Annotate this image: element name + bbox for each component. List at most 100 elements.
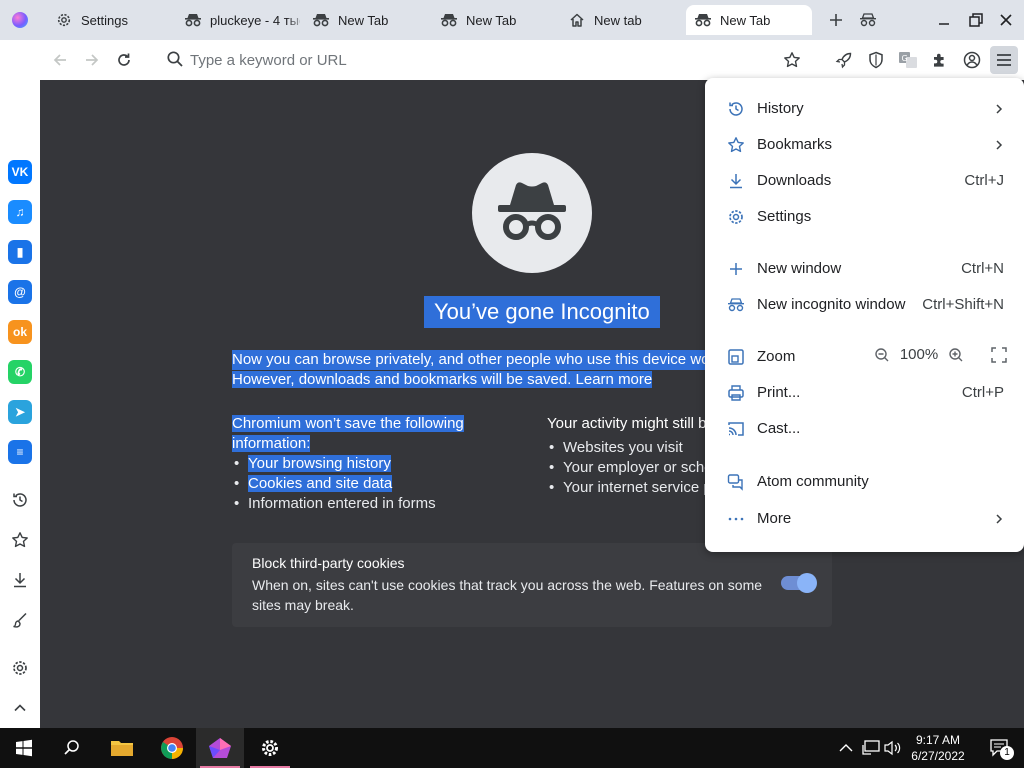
sidebar-app-telegram[interactable]: ➤ <box>8 400 32 424</box>
search-icon <box>64 740 79 755</box>
menu-item-label: Atom community <box>757 473 869 490</box>
forward-button[interactable] <box>80 48 104 72</box>
menu-item-print[interactable]: Print... Ctrl+P <box>705 375 1024 411</box>
sidebar-settings-button[interactable] <box>8 656 32 680</box>
translate-button[interactable]: G <box>896 48 920 72</box>
browser-logo[interactable] <box>12 12 28 28</box>
zoom-out-button[interactable] <box>871 347 893 363</box>
menu-item-history[interactable]: History <box>705 91 1024 127</box>
start-button[interactable] <box>0 728 48 768</box>
restore-button[interactable] <box>964 8 988 32</box>
fullscreen-icon <box>991 346 1007 363</box>
ok-app-icon: ok <box>12 325 27 339</box>
file-explorer-button[interactable] <box>98 728 146 768</box>
back-button[interactable] <box>48 48 72 72</box>
sidebar-app-vk[interactable]: VK <box>8 160 32 184</box>
bookmark-star-button[interactable] <box>780 48 804 72</box>
list-item-text: Your browsing history <box>248 455 391 472</box>
menu-item-label: Print... <box>757 384 801 401</box>
fullscreen-button[interactable] <box>967 346 1007 363</box>
sidebar-app-list[interactable]: ≡ <box>8 440 32 464</box>
incognito-mode-button[interactable] <box>858 10 878 30</box>
telegram-app-icon: ➤ <box>14 405 26 419</box>
incognito-icon <box>694 11 712 29</box>
profile-button[interactable] <box>960 48 984 72</box>
search-taskbar-button[interactable] <box>48 728 96 768</box>
tab-new-tab-active[interactable]: New Tab <box>686 5 812 35</box>
sidebar-collapse-button[interactable] <box>8 696 32 720</box>
vk-app-icon: VK <box>11 165 29 179</box>
rocket-button[interactable] <box>832 48 856 72</box>
tab-new-tab-1[interactable]: New Tab <box>304 5 422 35</box>
incognito-icon <box>184 11 202 29</box>
menu-item-label: New incognito window <box>757 296 906 313</box>
mail-app-icon: @ <box>14 285 26 299</box>
close-window-button[interactable] <box>994 8 1018 32</box>
block-cookies-toggle[interactable] <box>781 573 817 593</box>
menu-item-bookmarks[interactable]: Bookmarks <box>705 127 1024 163</box>
tab-settings[interactable]: Settings <box>47 5 165 35</box>
history-icon <box>13 493 27 507</box>
sidebar-bookmarks-button[interactable] <box>8 528 32 552</box>
chevron-up-icon[interactable] <box>838 740 854 756</box>
intro-line-2-wrap: However, downloads and bookmarks will be… <box>232 371 653 388</box>
sidebar-app-whatsapp[interactable]: ✆ <box>8 360 32 384</box>
gear-icon <box>13 661 27 675</box>
gear-icon <box>55 11 73 29</box>
music-app-icon: ♫ <box>15 205 25 219</box>
shield-icon <box>869 51 883 69</box>
menu-item-new-window[interactable]: New window Ctrl+N <box>705 251 1024 287</box>
sidebar-app-music[interactable]: ♫ <box>8 200 32 224</box>
new-tab-button[interactable] <box>826 10 846 30</box>
sidebar-downloads-button[interactable] <box>8 568 32 592</box>
tab-new-tab-home[interactable]: New tab <box>560 5 678 35</box>
svg-text:G: G <box>902 54 908 63</box>
menu-item-label: Downloads <box>757 172 832 189</box>
menu-item-downloads[interactable]: Downloads Ctrl+J <box>705 163 1024 199</box>
zoom-window-icon <box>727 348 745 366</box>
taskbar: 9:17 AM 6/27/2022 1 <box>0 728 1024 768</box>
main-menu: History Bookmarks Downloads Ctrl+J Setti… <box>705 78 1024 552</box>
menu-item-new-incognito-window[interactable]: New incognito window Ctrl+Shift+N <box>705 287 1024 323</box>
wont-save-list: Your browsing history Cookies and site d… <box>232 454 532 514</box>
sidebar-customize-button[interactable] <box>8 608 32 632</box>
rocket-icon <box>835 52 852 69</box>
incognito-icon <box>498 182 566 240</box>
list-item-text: Websites you visit <box>563 439 683 456</box>
action-center-button[interactable]: 1 <box>976 728 1024 768</box>
chrome-taskbar-button[interactable] <box>148 728 196 768</box>
learn-more-link[interactable]: Learn more <box>576 371 653 388</box>
system-clock[interactable]: 9:17 AM 6/27/2022 <box>896 732 980 764</box>
sidebar-app-ok[interactable]: ok <box>8 320 32 344</box>
reload-button[interactable] <box>112 48 136 72</box>
menu-item-more[interactable]: More <box>705 501 1024 537</box>
chevron-right-icon <box>994 512 1004 529</box>
toolbar: G <box>40 40 1024 80</box>
network-icon[interactable] <box>862 740 880 756</box>
home-icon <box>568 11 586 29</box>
main-menu-button[interactable] <box>990 46 1018 74</box>
tab-new-tab-2[interactable]: New Tab <box>432 5 550 35</box>
menu-item-label: More <box>757 510 792 527</box>
incognito-icon <box>440 11 458 29</box>
download-icon <box>727 172 745 190</box>
sidebar-app-mail[interactable]: @ <box>8 280 32 304</box>
shield-button[interactable] <box>864 48 888 72</box>
zoom-in-button[interactable] <box>945 347 967 363</box>
tab-pluckeye[interactable]: pluckeye - 4 тыс <box>176 5 300 35</box>
menu-item-settings[interactable]: Settings <box>705 199 1024 235</box>
omnibox-input[interactable] <box>190 49 750 71</box>
extensions-button[interactable] <box>928 48 952 72</box>
atom-browser-taskbar-button[interactable] <box>196 728 244 768</box>
reload-icon <box>118 53 130 66</box>
menu-item-community[interactable]: Atom community <box>705 464 1024 500</box>
sidebar-app-stats[interactable]: ▮ <box>8 240 32 264</box>
menu-item-shortcut: Ctrl+N <box>961 260 1004 277</box>
settings-taskbar-button[interactable] <box>246 728 294 768</box>
sidebar-history-button[interactable] <box>8 488 32 512</box>
menu-item-cast[interactable]: Cast... <box>705 411 1024 447</box>
wont-save-header-wrap: Chromium won’t save the following inform… <box>232 414 532 454</box>
gear-icon <box>262 740 278 756</box>
minimize-button[interactable] <box>932 8 956 32</box>
atom-browser-icon <box>209 738 231 758</box>
